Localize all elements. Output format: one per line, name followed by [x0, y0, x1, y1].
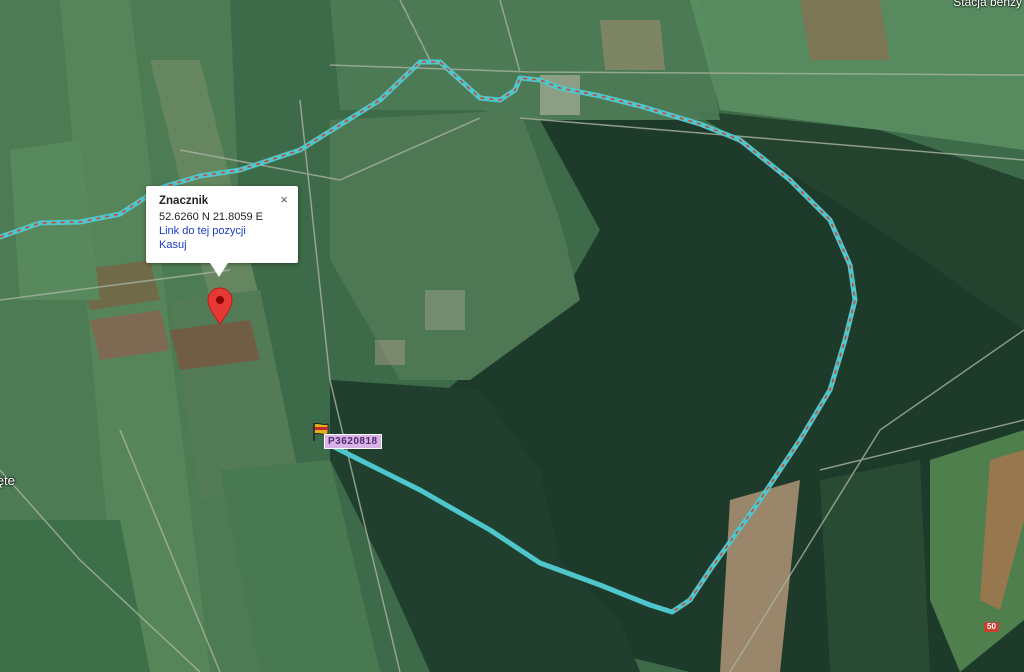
info-title: Znacznik — [159, 195, 209, 207]
delete-marker-link[interactable]: Kasuj — [159, 238, 286, 252]
close-icon[interactable]: × — [280, 193, 288, 206]
gas-station-label: Stacja benzy — [953, 0, 1022, 9]
road-number-badge: 50 — [984, 622, 999, 632]
coordinates-text: 52.6260 N 21.8059 E — [159, 211, 263, 223]
route-overlay — [0, 59, 858, 615]
link-to-position[interactable]: Link do tej pozycji — [159, 224, 286, 238]
marker-info-window: × Znacznik 52.6260 N 21.8059 E Link do t… — [146, 186, 298, 277]
map-canvas[interactable]: Stacja benzy Zięte 50 P3620818 × Znaczni… — [0, 0, 1024, 672]
waypoint-label[interactable]: P3620818 — [324, 434, 382, 449]
village-label: Zięte — [0, 473, 15, 488]
map-pin-icon[interactable] — [207, 287, 233, 325]
